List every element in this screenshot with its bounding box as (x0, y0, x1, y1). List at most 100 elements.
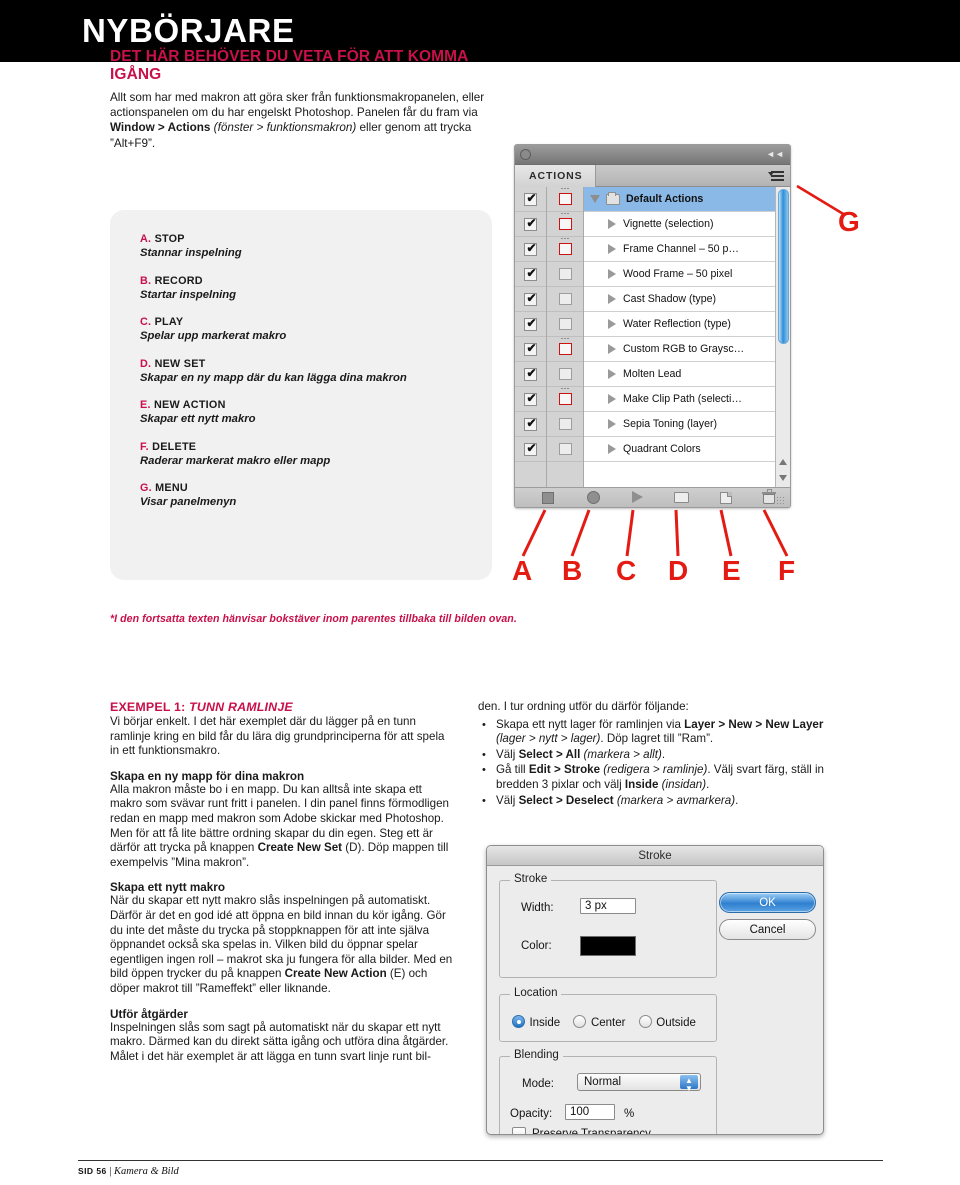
panel-close-icon (520, 149, 531, 160)
chevron-right-icon[interactable] (608, 269, 616, 279)
toggle-checkbox[interactable] (524, 191, 538, 206)
dialog-toggle-icon[interactable] (558, 368, 572, 380)
play-button[interactable] (632, 491, 643, 503)
color-swatch[interactable] (580, 936, 636, 956)
action-row[interactable]: Vignette (selection) (584, 212, 775, 237)
action-row[interactable]: Quadrant Colors (584, 437, 775, 462)
footer: SID 56 | Kamera & Bild (78, 1166, 179, 1177)
chevron-right-icon[interactable] (608, 394, 616, 404)
toggle-checkbox[interactable] (524, 341, 538, 356)
dialog-toggle-icon[interactable] (558, 268, 572, 280)
blend-mode-select[interactable]: Normal ▲ ▼ (577, 1073, 701, 1093)
preserve-transparency-checkbox[interactable] (512, 1127, 526, 1134)
toggle-checkbox[interactable] (524, 316, 538, 331)
toggle-cell[interactable] (515, 337, 546, 362)
chevron-right-icon[interactable] (608, 244, 616, 254)
toggle-cell[interactable] (515, 312, 546, 337)
scrollbar-thumb[interactable] (778, 189, 789, 344)
toggle-checkbox[interactable] (524, 266, 538, 281)
dialog-toggle-cell[interactable] (547, 412, 583, 437)
dialog-toggle-icon[interactable] (558, 218, 572, 230)
toggle-checkbox[interactable] (524, 241, 538, 256)
toggle-cell[interactable] (515, 187, 546, 212)
action-row-set[interactable]: Default Actions (584, 187, 775, 212)
radio-inside[interactable] (512, 1015, 525, 1028)
footer-page-number: 56 (96, 1166, 107, 1176)
legend-title: NEW ACTION (153, 399, 226, 411)
opacity-label: Opacity: (510, 1108, 553, 1120)
panel-menu-icon[interactable] (768, 169, 784, 183)
dialog-toggle-icon[interactable] (558, 418, 572, 430)
dialog-toggle-cell[interactable] (547, 337, 583, 362)
action-row[interactable]: Molten Lead (584, 362, 775, 387)
create-new-action-button[interactable] (720, 492, 732, 504)
callout-letter-c: C (616, 555, 637, 586)
action-row[interactable]: Cast Shadow (type) (584, 287, 775, 312)
dialog-toggle-cell[interactable] (547, 387, 583, 412)
step-translation: (markera > allt) (580, 747, 662, 761)
chevron-down-icon[interactable] (590, 195, 600, 203)
dialog-toggle-cell[interactable] (547, 287, 583, 312)
dialog-toggle-icon[interactable] (558, 343, 572, 355)
dialog-toggle-cell[interactable] (547, 262, 583, 287)
scroll-up-arrow-icon[interactable] (779, 459, 787, 465)
stop-button[interactable] (542, 492, 554, 504)
delete-button[interactable] (762, 489, 776, 504)
action-row[interactable]: Wood Frame – 50 pixel (584, 262, 775, 287)
toggle-cell[interactable] (515, 412, 546, 437)
chevron-right-icon[interactable] (608, 344, 616, 354)
toggle-cell[interactable] (515, 237, 546, 262)
toggle-checkbox[interactable] (524, 391, 538, 406)
toggle-checkbox[interactable] (524, 216, 538, 231)
cancel-button[interactable]: Cancel (719, 919, 816, 940)
toggle-cell[interactable] (515, 287, 546, 312)
list-item: Välj Select > Deselect (markera > avmark… (478, 794, 830, 809)
step-text-tail: . (735, 793, 739, 807)
radio-outside[interactable] (638, 1015, 652, 1028)
radio-center[interactable] (573, 1015, 587, 1028)
dialog-toggle-icon[interactable] (558, 243, 572, 255)
action-row[interactable]: Sepia Toning (layer) (584, 412, 775, 437)
dialog-toggle-icon[interactable] (558, 443, 572, 455)
ok-button[interactable]: OK (719, 892, 816, 913)
chevron-right-icon[interactable] (608, 294, 616, 304)
dialog-toggle-icon[interactable] (558, 393, 572, 405)
collapse-arrows-icon[interactable]: ◄◄ (766, 149, 784, 159)
chevron-updown-icon[interactable]: ▲ ▼ (680, 1075, 698, 1093)
toggle-checkbox[interactable] (524, 291, 538, 306)
panel-resize-grip[interactable] (776, 496, 786, 505)
toggle-checkbox[interactable] (524, 441, 538, 456)
action-row[interactable]: Custom RGB to Graysc… (584, 337, 775, 362)
action-row[interactable]: Make Clip Path (selecti… (584, 387, 775, 412)
chevron-right-icon[interactable] (608, 219, 616, 229)
action-row[interactable]: Frame Channel – 50 p… (584, 237, 775, 262)
legend-item-new-set: D. NEW SET Skapar en ny mapp där du kan … (140, 357, 470, 386)
opacity-input[interactable]: 100 (565, 1104, 615, 1120)
toggle-checkbox[interactable] (524, 416, 538, 431)
record-button[interactable] (587, 491, 600, 504)
panel-scrollbar[interactable] (775, 187, 790, 487)
legend-title: PLAY (154, 316, 184, 328)
legend-title: STOP (154, 233, 185, 245)
dialog-toggle-icon[interactable] (558, 193, 572, 205)
toggle-cell[interactable] (515, 362, 546, 387)
dialog-toggle-cell[interactable] (547, 437, 583, 462)
chevron-right-icon[interactable] (608, 444, 616, 454)
dialog-toggle-icon[interactable] (558, 293, 572, 305)
create-new-set-button[interactable] (674, 492, 689, 503)
dialog-toggle-icon[interactable] (558, 318, 572, 330)
article-left-column: EXEMPEL 1: TUNN RAMLINJE Vi börjar enkel… (110, 700, 455, 1075)
toggle-checkbox[interactable] (524, 366, 538, 381)
dialog-toggle-cell[interactable] (547, 237, 583, 262)
paragraph-new-action: När du skapar ett nytt makro slås inspel… (110, 894, 455, 996)
chevron-right-icon[interactable] (608, 419, 616, 429)
toggle-cell[interactable] (515, 212, 546, 237)
chevron-right-icon[interactable] (608, 369, 616, 379)
toggle-cell[interactable] (515, 437, 546, 462)
width-input[interactable]: 3 px (580, 898, 636, 914)
toggle-cell[interactable] (515, 262, 546, 287)
scroll-down-arrow-icon[interactable] (779, 475, 787, 481)
toggle-cell[interactable] (515, 387, 546, 412)
chevron-right-icon[interactable] (608, 319, 616, 329)
action-row[interactable]: Water Reflection (type) (584, 312, 775, 337)
